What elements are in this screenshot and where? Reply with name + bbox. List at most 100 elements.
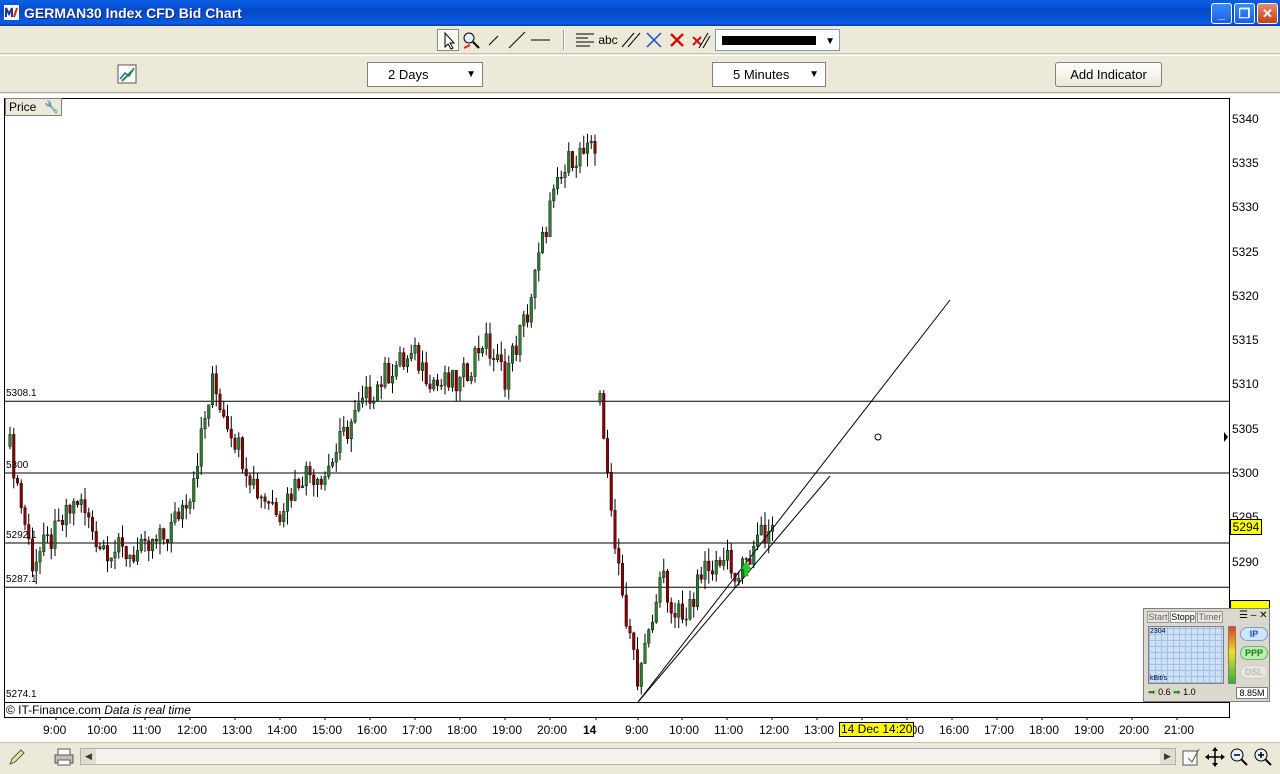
candle-body <box>677 603 681 618</box>
candle-body <box>402 352 406 367</box>
horizontal-scrollbar[interactable]: ◀ ▶ <box>80 748 1176 765</box>
price-axis-tick: 5305 <box>1232 421 1259 436</box>
candle-body <box>529 297 533 323</box>
candle-body <box>492 358 496 360</box>
candle-body <box>334 452 338 463</box>
candle-body <box>53 520 57 549</box>
candle-body <box>120 537 124 547</box>
candle-body <box>632 632 636 650</box>
netmeter-window-controls-icon[interactable]: ☰ – ✕ <box>1239 610 1267 621</box>
candle-body <box>346 426 350 440</box>
candle-body <box>259 496 263 499</box>
netmeter-tab-timer[interactable]: Timer <box>1197 611 1223 623</box>
candle-body <box>49 534 53 549</box>
candle-body <box>496 354 500 360</box>
price-panel-tab[interactable]: Price 🔧 <box>5 98 62 116</box>
candle-body <box>443 372 447 386</box>
candle-body <box>624 594 628 627</box>
time-axis-tick: 18:00 <box>447 723 478 737</box>
candle-body <box>331 462 335 467</box>
candle-body <box>184 504 188 509</box>
horizontal-line-label: 5287.1 <box>6 574 37 586</box>
time-axis-tick: 20:00 <box>537 723 568 737</box>
candle-body <box>233 437 237 450</box>
candle-body <box>34 561 38 572</box>
netmeter-total: 8.85M <box>1236 687 1268 699</box>
candle-body <box>188 501 192 509</box>
candle-body <box>124 546 128 560</box>
candle-body <box>398 352 402 366</box>
candle-body <box>361 397 365 404</box>
netmeter-tab-start[interactable]: Start <box>1147 611 1169 623</box>
candle-body <box>563 172 567 178</box>
candle-body <box>113 551 117 559</box>
candle-body <box>707 560 711 571</box>
candle-body <box>248 475 252 486</box>
save-chart-icon[interactable] <box>1180 746 1202 768</box>
candle-body <box>139 538 143 551</box>
candle-body <box>744 558 748 560</box>
candle-body <box>199 428 203 467</box>
candle-body <box>72 501 76 514</box>
candle-body <box>207 404 211 419</box>
candle-body <box>128 554 132 560</box>
candle-body <box>574 165 578 168</box>
candle-body <box>514 345 518 355</box>
zoom-in-icon[interactable] <box>1252 746 1274 768</box>
candle-body <box>319 479 323 485</box>
data-credit: © IT-Finance.com Data is real time <box>6 703 191 717</box>
price-axis-tick: 5340 <box>1232 111 1259 126</box>
candle-body <box>466 363 470 381</box>
candle-body <box>617 548 621 564</box>
candle-body <box>477 348 481 354</box>
candle-body <box>225 416 229 430</box>
candle-body <box>244 468 248 477</box>
candle-body <box>177 511 181 520</box>
netmeter-graph-unit: kBit/s <box>1150 675 1168 682</box>
netmeter-graph-max: 2304 <box>1150 628 1166 635</box>
time-axis-tick: 14:00 <box>267 723 298 737</box>
cursor-time-badge: 14 Dec 14:20 <box>839 722 915 737</box>
candle-body <box>556 177 560 190</box>
candle-body <box>12 434 16 479</box>
candle-body <box>387 363 391 384</box>
network-meter-widget[interactable]: Start Stopp Timer ☰ – ✕ 2304 kBit/s IP P… <box>1143 608 1270 702</box>
scroll-right-icon[interactable]: ▶ <box>1160 749 1175 764</box>
candle-body <box>462 363 466 378</box>
candle-body <box>19 482 23 508</box>
candle-body <box>544 232 548 237</box>
candle-body <box>147 540 151 551</box>
candle-body <box>357 402 361 411</box>
download-arrow-icon: ➡ <box>1148 687 1156 697</box>
edit-icon[interactable] <box>6 746 28 768</box>
candle-body <box>229 428 233 439</box>
trendlines <box>637 299 1228 703</box>
candle-body <box>567 151 571 173</box>
zoom-out-icon[interactable] <box>1228 746 1250 768</box>
wrench-icon[interactable]: 🔧 <box>44 99 59 115</box>
price-axis-tick: 5310 <box>1232 377 1259 392</box>
candle-body <box>729 550 733 574</box>
pan-icon[interactable] <box>1204 746 1226 768</box>
price-chart[interactable] <box>0 0 1280 774</box>
time-axis-tick: 11:00 <box>714 723 744 737</box>
candle-body <box>763 524 767 544</box>
candle-body <box>621 563 625 596</box>
candle-body <box>537 252 541 271</box>
candle-body <box>511 345 515 364</box>
scroll-left-icon[interactable]: ◀ <box>81 749 96 764</box>
candle-body <box>64 504 68 526</box>
netmeter-ip-badge: IP <box>1240 627 1268 641</box>
candle-body <box>737 577 741 582</box>
candle-body <box>559 177 563 179</box>
candle-body <box>666 570 670 603</box>
candle-body <box>451 370 455 388</box>
netmeter-tab-stopp[interactable]: Stopp <box>1170 611 1196 623</box>
print-icon[interactable] <box>53 746 75 768</box>
candle-body <box>222 409 226 417</box>
candle-body <box>756 534 760 547</box>
candle-body <box>696 574 700 607</box>
price-axis-tick: 5315 <box>1232 333 1259 348</box>
candle-body <box>169 521 173 544</box>
candle-body <box>417 345 421 371</box>
